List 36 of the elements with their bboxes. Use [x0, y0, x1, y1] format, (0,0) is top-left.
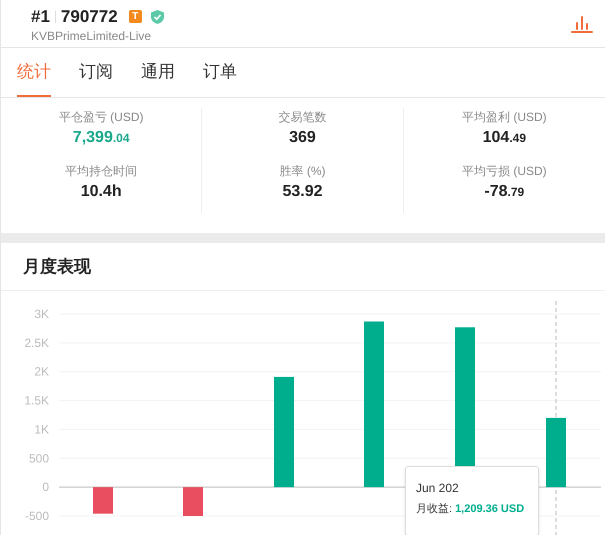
axis-label: 3K — [34, 307, 49, 321]
axis-label: 0 — [42, 480, 49, 494]
stat-value: 53.92 — [282, 182, 322, 202]
tab[interactable]: 通用 — [141, 48, 175, 97]
tooltip-title: Jun 202 — [416, 480, 460, 497]
stat-label: 平仓盈亏 (USD) — [58, 109, 144, 126]
tab[interactable]: 订单 — [203, 48, 237, 97]
tooltip-value: 1,209.36 USD — [455, 502, 524, 517]
stat-value: 7,399.04 — [72, 128, 130, 148]
tab[interactable]: 订阅 — [79, 48, 113, 97]
stat-label: 平均持仓时间 — [65, 163, 138, 180]
stat-value: 369 — [289, 128, 316, 148]
verified-shield-icon — [150, 10, 164, 24]
axis-label: 500 — [28, 451, 49, 466]
stat-value: 104.49 — [482, 128, 526, 148]
stat-label: 平均亏损 (USD) — [462, 163, 547, 180]
badge: T — [128, 10, 142, 23]
stat-label: 交易笔数 — [278, 109, 326, 126]
stat-value: -78.79 — [484, 182, 524, 202]
rank-number: #1 — [31, 6, 50, 28]
account-number: 790772 — [60, 6, 118, 28]
bar — [546, 418, 566, 488]
stat-label: 平均盈利 (USD) — [462, 109, 547, 126]
stat-label: 胜率 (%) — [279, 163, 326, 180]
axis-label: -500 — [24, 509, 49, 523]
axis-label: 1.5K — [24, 394, 49, 408]
tooltip-label: 月收益: — [416, 502, 452, 517]
bar — [183, 487, 203, 516]
axis-label: 2K — [34, 364, 49, 379]
server-name: KVBPrimeLimited-Live — [31, 29, 152, 44]
bar-chart-icon[interactable] — [571, 14, 593, 32]
section-title: 月度表现 — [23, 256, 91, 278]
bar — [93, 487, 113, 514]
stat-value: 10.4h — [80, 182, 122, 202]
axis-label: 1K — [34, 422, 49, 436]
axis-label: 2.5K — [24, 336, 49, 350]
